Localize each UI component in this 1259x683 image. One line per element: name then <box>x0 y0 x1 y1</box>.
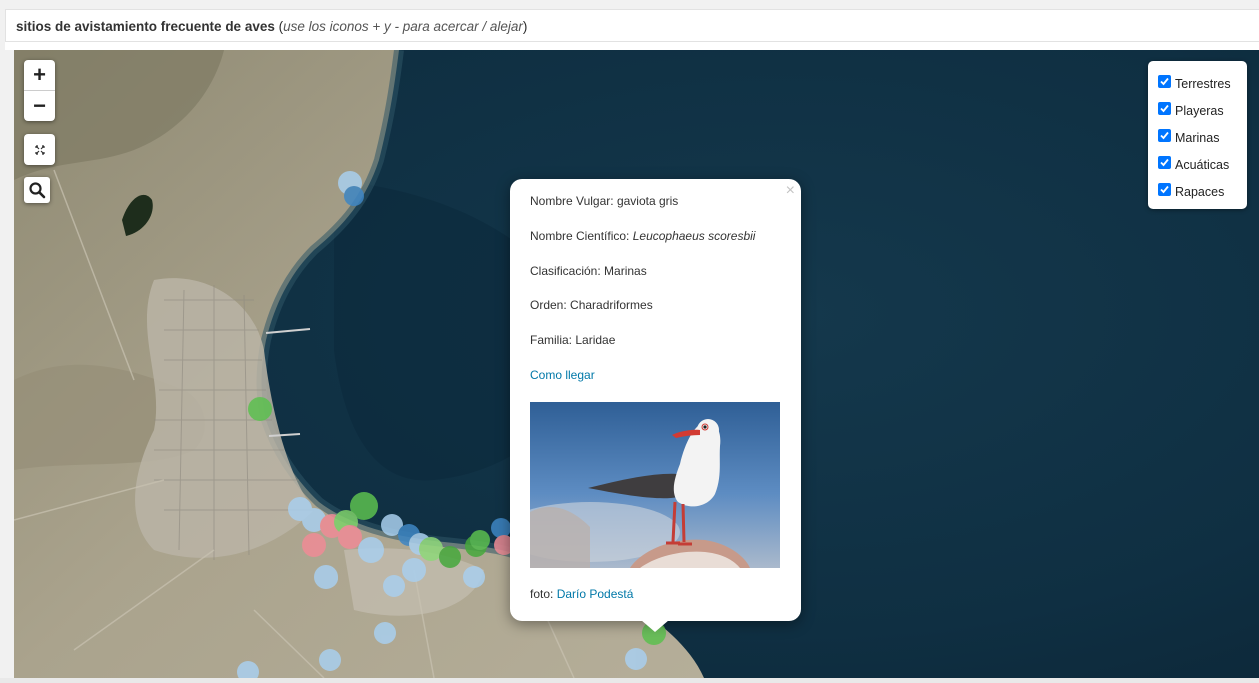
marker-marinas[interactable] <box>402 558 426 582</box>
value: Marinas <box>604 264 647 278</box>
marker-marinas[interactable] <box>318 568 338 588</box>
layer-rapaces[interactable]: Rapaces <box>1158 178 1247 205</box>
marker-terrestres[interactable] <box>439 546 461 568</box>
search-button[interactable] <box>24 177 50 203</box>
label: Nombre Vulgar: <box>530 194 614 208</box>
label: Clasificación: <box>530 264 601 278</box>
checkbox-playeras[interactable] <box>1158 102 1171 115</box>
foto-label: foto: <box>530 587 554 601</box>
label: Nombre Científico: <box>530 229 630 243</box>
map-title-text: sitios de avistamiento frecuente de aves <box>16 19 275 34</box>
bird-photo <box>530 402 780 568</box>
marker-playeras[interactable] <box>338 525 362 549</box>
layer-label: Marinas <box>1175 130 1220 145</box>
marker-acuaticas[interactable] <box>344 186 364 206</box>
foto-author-link[interactable]: Darío Podestá <box>557 587 634 601</box>
bottom-band <box>0 678 1259 683</box>
top-band <box>0 0 1259 9</box>
layer-control: Terrestres Playeras Marinas Acuáticas Ra… <box>1148 61 1247 209</box>
popup-foto-credit: foto: Darío Podestá <box>530 587 633 601</box>
popup-tip <box>641 620 669 632</box>
zoom-out-button[interactable]: − <box>24 90 55 121</box>
layer-terrestres[interactable]: Terrestres <box>1158 70 1247 97</box>
gull-photo <box>530 402 780 568</box>
popup-orden: Orden: Charadriformes <box>530 298 653 312</box>
zoom-control: + − <box>24 60 55 121</box>
popup-close-button[interactable]: × <box>786 182 795 200</box>
search-icon <box>29 182 46 199</box>
checkbox-terrestres[interactable] <box>1158 75 1171 88</box>
value: Charadriformes <box>570 298 653 312</box>
zoom-in-button[interactable]: + <box>24 60 55 90</box>
checkbox-rapaces[interactable] <box>1158 183 1171 196</box>
header-gap <box>5 42 1259 50</box>
value: Leucophaeus scoresbii <box>632 229 756 243</box>
marker-terrestres[interactable] <box>248 397 272 421</box>
marker-terrestres[interactable] <box>470 530 490 550</box>
map-header: sitios de avistamiento frecuente de aves… <box>5 9 1259 42</box>
layer-label: Rapaces <box>1175 184 1225 199</box>
marker-marinas[interactable] <box>374 622 396 644</box>
marker-marinas[interactable] <box>358 537 384 563</box>
popup-nombre-vulgar: Nombre Vulgar: gaviota gris <box>530 194 678 208</box>
popup-nombre-cientifico: Nombre Científico: Leucophaeus scoresbii <box>530 229 755 243</box>
checkbox-acuaticas[interactable] <box>1158 156 1171 169</box>
como-llegar-link[interactable]: Como llegar <box>530 368 595 382</box>
bird-popup: × Nombre Vulgar: gaviota gris Nombre Cie… <box>510 179 801 632</box>
label: Familia: <box>530 333 573 347</box>
layer-label: Acuáticas <box>1175 157 1230 172</box>
layer-playeras[interactable]: Playeras <box>1158 97 1247 124</box>
marker-playeras[interactable] <box>302 533 326 557</box>
layer-marinas[interactable]: Marinas <box>1158 124 1247 151</box>
popup-como-llegar: Como llegar <box>530 368 595 382</box>
checkbox-marinas[interactable] <box>1158 129 1171 142</box>
popup-familia: Familia: Laridae <box>530 333 615 347</box>
marker-marinas[interactable] <box>237 661 259 678</box>
marker-marinas[interactable] <box>319 649 341 671</box>
fullscreen-button[interactable] <box>24 134 55 165</box>
layer-label: Playeras <box>1175 103 1224 118</box>
marker-acuaticas[interactable] <box>491 518 511 538</box>
marker-marinas[interactable] <box>625 648 647 670</box>
layer-acuaticas[interactable]: Acuáticas <box>1158 151 1247 178</box>
map-title: sitios de avistamiento frecuente de aves… <box>16 19 528 34</box>
layer-label: Terrestres <box>1175 76 1231 91</box>
fullscreen-icon <box>34 144 45 155</box>
marker-marinas[interactable] <box>383 575 405 597</box>
value: gaviota gris <box>616 194 679 208</box>
map-canvas[interactable]: + − Terrestres Playeras Marinas Acuática… <box>14 50 1259 678</box>
value: Laridae <box>575 333 616 347</box>
popup-clasificacion: Clasificación: Marinas <box>530 264 647 278</box>
map-title-hint: use los iconos + y - para acercar / alej… <box>283 19 523 34</box>
label: Orden: <box>530 298 567 312</box>
marker-marinas[interactable] <box>463 566 485 588</box>
